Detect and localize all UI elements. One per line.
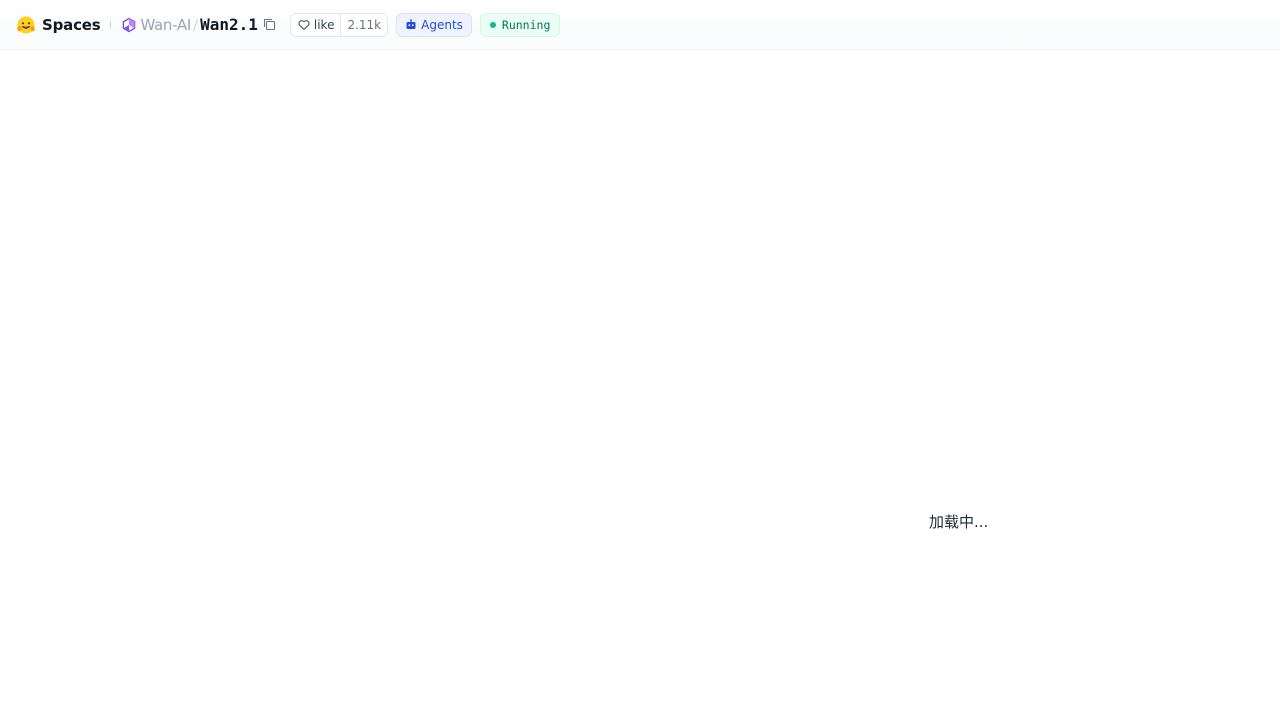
top-bar: Spaces Wan-AI / Wan2.1 like 2.11k Agents… — [0, 0, 1280, 50]
app-content: 加载中... — [0, 51, 1280, 720]
like-count[interactable]: 2.11k — [340, 13, 388, 36]
repo-name-link[interactable]: Wan2.1 — [200, 15, 258, 34]
status-label: Running — [501, 17, 551, 32]
org-avatar-icon[interactable] — [121, 17, 137, 33]
hugging-face-icon — [17, 16, 35, 33]
like-label: like — [313, 17, 335, 32]
loading-text: 加载中... — [929, 513, 989, 531]
breadcrumb: Wan-AI / Wan2.1 — [121, 15, 277, 34]
heart-icon — [298, 19, 310, 30]
divider — [110, 20, 112, 29]
like-button[interactable]: like — [290, 13, 341, 36]
status-badge[interactable]: Running — [479, 12, 561, 37]
agents-badge[interactable]: Agents — [396, 12, 472, 37]
copy-icon — [264, 18, 276, 31]
agents-label: Agents — [421, 17, 463, 32]
brand-label: Spaces — [42, 15, 101, 34]
status-dot-icon — [489, 21, 496, 28]
breadcrumb-separator: / — [193, 15, 199, 34]
spaces-home-link[interactable]: Spaces — [16, 15, 101, 35]
org-name-link[interactable]: Wan-AI — [140, 16, 191, 34]
copy-button[interactable] — [262, 17, 278, 33]
like-group: like 2.11k — [289, 12, 389, 37]
robot-icon — [406, 18, 416, 29]
